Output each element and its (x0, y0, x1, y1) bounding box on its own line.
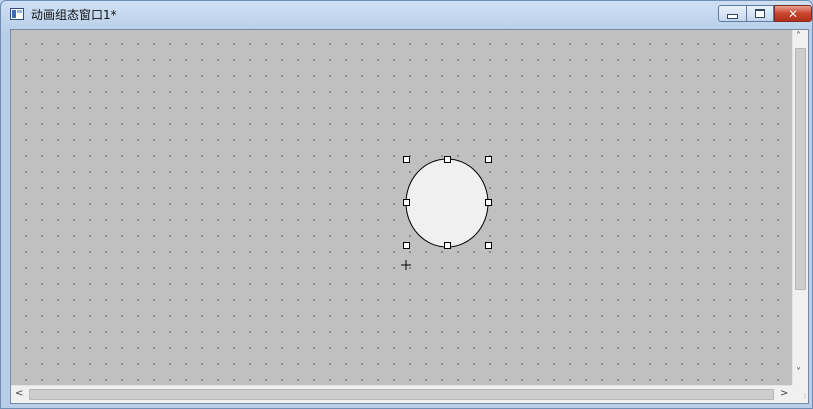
designer-window: 动画组态窗口1* ✕ ˄ ˅ < > ⁝ (0, 0, 813, 409)
selection-handle-bottom[interactable] (444, 242, 451, 249)
size-grip-icon: ⁝ (803, 393, 806, 401)
scroll-up-icon[interactable]: ˄ (796, 32, 801, 42)
crosshair-icon (401, 260, 411, 270)
horizontal-scrollbar[interactable]: < > (11, 385, 792, 403)
client-area: ˄ ˅ < > ⁝ (10, 29, 809, 404)
selection-handle-top[interactable] (444, 156, 451, 163)
selection-handle-top-right[interactable] (485, 156, 492, 163)
selection-handle-left[interactable] (403, 199, 410, 206)
size-grip[interactable]: ⁝ (792, 385, 808, 403)
horizontal-scroll-thumb[interactable] (29, 389, 774, 400)
selected-ellipse[interactable] (405, 158, 489, 248)
scroll-left-icon[interactable]: < (15, 389, 23, 399)
minimize-icon (727, 14, 738, 19)
maximize-icon (755, 9, 765, 18)
scroll-right-icon[interactable]: > (780, 389, 788, 399)
close-icon: ✕ (787, 6, 799, 21)
selection-handle-bottom-right[interactable] (485, 242, 492, 249)
scroll-down-icon[interactable]: ˅ (796, 368, 801, 378)
vertical-scroll-thumb[interactable] (795, 48, 806, 290)
design-canvas[interactable] (11, 30, 792, 385)
canvas-drawing (401, 158, 489, 270)
selection-handle-right[interactable] (485, 199, 492, 206)
vertical-scrollbar[interactable]: ˄ ˅ (792, 30, 808, 385)
minimize-button[interactable] (718, 5, 747, 22)
title-bar[interactable]: 动画组态窗口1* ✕ (1, 1, 812, 29)
selection-handle-bottom-left[interactable] (403, 242, 410, 249)
window-app-icon[interactable] (10, 8, 24, 20)
maximize-button[interactable] (747, 5, 774, 22)
window-title: 动画组态窗口1* (31, 8, 117, 22)
selection-handle-top-left[interactable] (403, 156, 410, 163)
close-button[interactable]: ✕ (774, 5, 812, 22)
